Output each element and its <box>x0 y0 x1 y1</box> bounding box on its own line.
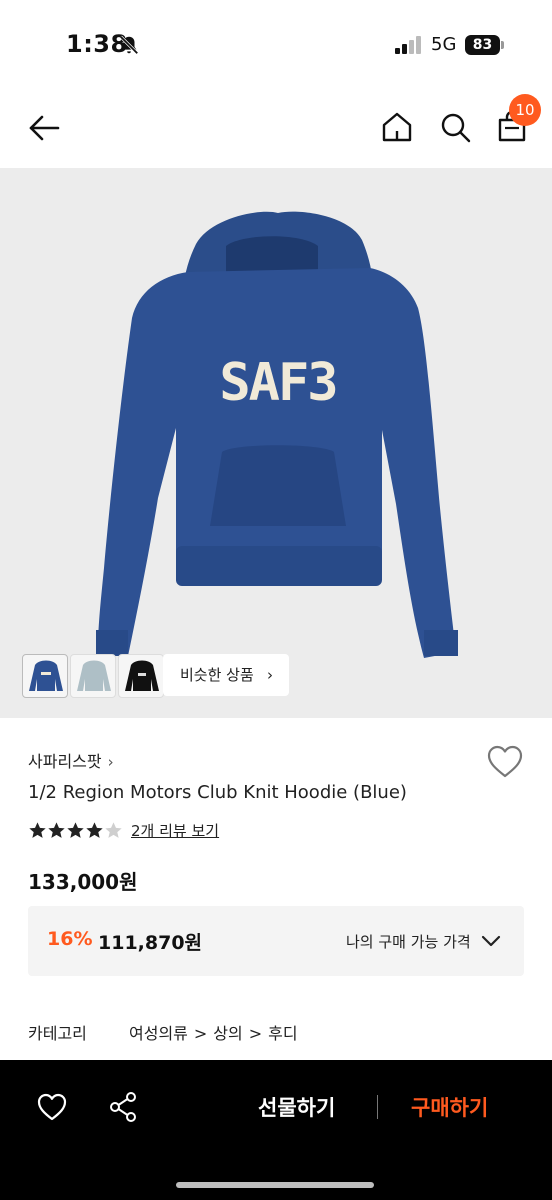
gift-button[interactable]: 선물하기 <box>258 1092 335 1122</box>
product-image[interactable]: SAF3 비슷한 상품 › <box>0 168 552 718</box>
similar-products-label: 비슷한 상품 <box>180 666 254 684</box>
category-separator: > <box>193 1024 208 1043</box>
cart-count-badge: 10 <box>509 94 541 126</box>
similar-products-button[interactable]: 비슷한 상품 › <box>163 654 289 696</box>
network-type: 5G <box>431 34 457 55</box>
rating-row: 2개 리뷰 보기 <box>28 818 219 842</box>
category-level-3[interactable]: 후디 <box>268 1024 297 1043</box>
home-indicator <box>176 1182 374 1188</box>
chevron-down-icon <box>481 935 501 947</box>
thumbnail-black[interactable] <box>118 654 164 698</box>
rating-stars <box>28 821 123 840</box>
category-level-1[interactable]: 여성의류 <box>129 1024 188 1043</box>
share-icon[interactable] <box>108 1091 138 1123</box>
star-empty-icon <box>105 821 122 838</box>
original-price: 133,000원 <box>28 870 138 894</box>
status-bar: 1:38 5G 83 <box>0 0 552 88</box>
thumbnail-strip <box>22 654 166 698</box>
chevron-right-icon: › <box>107 753 114 771</box>
search-icon[interactable] <box>438 110 472 144</box>
brand-name: 사파리스팟 <box>28 752 102 771</box>
discount-price-box[interactable]: 16% 111,870원 나의 구매 가능 가격 <box>28 906 524 976</box>
my-purchase-price-label: 나의 구매 가능 가격 <box>346 933 471 951</box>
nav-bar: 10 <box>0 88 552 168</box>
bell-slash-icon <box>119 35 139 55</box>
battery-level: 83 <box>465 35 500 55</box>
star-filled-icon <box>29 821 46 838</box>
hoodie-illustration: SAF3 <box>96 211 458 658</box>
category-label: 카테고리 <box>28 1024 87 1043</box>
bottom-action-bar: 선물하기 구매하기 <box>0 1060 552 1200</box>
star-filled-icon <box>48 821 65 838</box>
home-icon[interactable] <box>380 110 414 144</box>
chevron-right-icon: › <box>267 666 273 684</box>
star-filled-icon <box>86 821 103 838</box>
brand-link[interactable]: 사파리스팟 › <box>28 748 114 772</box>
category-breadcrumb: 여성의류 > 상의 > 후디 <box>129 1020 304 1044</box>
divider <box>377 1095 378 1119</box>
arrow-left-icon[interactable] <box>26 110 62 146</box>
buy-button[interactable]: 구매하기 <box>411 1092 488 1122</box>
category-row: 카테고리 여성의류 > 상의 > 후디 <box>28 1020 304 1044</box>
discount-rate: 16% <box>47 928 93 950</box>
discount-price: 111,870원 <box>98 932 203 954</box>
review-link[interactable]: 2개 리뷰 보기 <box>131 820 219 841</box>
heart-icon[interactable] <box>486 744 524 780</box>
battery-icon: 83 <box>465 35 505 55</box>
svg-text:SAF3: SAF3 <box>219 353 336 413</box>
product-name: 1/2 Region Motors Club Knit Hoodie (Blue… <box>28 782 407 803</box>
star-filled-icon <box>67 821 84 838</box>
thumbnail-blue[interactable] <box>22 654 68 698</box>
thumbnail-grey[interactable] <box>70 654 116 698</box>
heart-icon[interactable] <box>36 1092 68 1122</box>
category-level-2[interactable]: 상의 <box>213 1024 242 1043</box>
signal-icon <box>395 36 421 54</box>
category-separator: > <box>248 1024 263 1043</box>
